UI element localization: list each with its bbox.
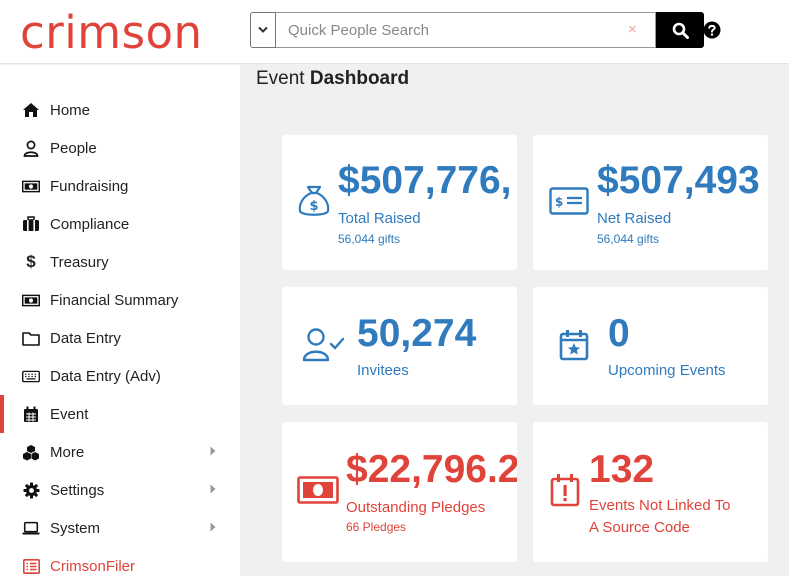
events-not-linked-value: 132 <box>589 448 655 491</box>
svg-text:$: $ <box>555 195 563 209</box>
briefcase-icon <box>22 215 40 233</box>
events-not-linked-card[interactable]: 132 Events Not Linked To A Source Code <box>533 422 768 562</box>
folder-icon <box>22 329 40 347</box>
sidebar-item-treasury[interactable]: $ Treasury <box>0 243 240 281</box>
check-icon: $ <box>549 187 589 215</box>
total-raised-sub: 56,044 gifts <box>338 232 401 246</box>
list-icon <box>22 557 40 575</box>
home-icon <box>22 101 40 119</box>
money-icon <box>22 291 40 309</box>
upcoming-events-value: 0 <box>608 312 630 355</box>
outstanding-pledges-value: $22,796.2 <box>346 448 517 491</box>
sidebar: Home People Fundraising Compliance $ Tre… <box>0 65 240 576</box>
search-type-dropdown[interactable] <box>250 12 276 48</box>
events-not-linked-label-line2: A Source Code <box>589 519 690 536</box>
sidebar-item-label: Home <box>50 101 91 119</box>
sidebar-item-label: Settings <box>50 481 105 499</box>
clear-search-icon[interactable]: × <box>628 21 637 39</box>
total-raised-label: Total Raised <box>338 210 421 227</box>
keyboard-icon <box>22 367 40 385</box>
sidebar-item-label: Treasury <box>50 253 109 271</box>
sidebar-item-more[interactable]: More <box>0 433 240 471</box>
sidebar-item-label: Fundraising <box>50 177 129 195</box>
calendar-icon <box>22 405 40 423</box>
sidebar-item-settings[interactable]: Settings <box>0 471 240 509</box>
calendar-star-icon <box>559 330 589 361</box>
sidebar-item-financial-summary[interactable]: Financial Summary <box>0 281 240 319</box>
net-raised-sub: 56,044 gifts <box>597 232 660 246</box>
invitees-card[interactable]: 50,274 Invitees <box>282 287 517 405</box>
money-icon <box>22 177 40 195</box>
chevron-right-icon <box>210 446 216 456</box>
sidebar-item-label: Financial Summary <box>50 291 179 309</box>
sidebar-item-people[interactable]: People <box>0 129 240 167</box>
quick-search: × <box>250 12 704 48</box>
sidebar-item-fundraising[interactable]: Fundraising <box>0 167 240 205</box>
sidebar-item-label: CrimsonFiler <box>50 557 136 575</box>
total-raised-card[interactable]: $ $507,776, Total Raised 56,044 gifts <box>282 135 517 270</box>
invitees-value: 50,274 <box>357 312 477 355</box>
money-bill-icon <box>297 476 339 504</box>
sidebar-item-compliance[interactable]: Compliance <box>0 205 240 243</box>
net-raised-label: Net Raised <box>597 210 672 227</box>
outstanding-pledges-sub: 66 Pledges <box>346 520 407 534</box>
sidebar-item-label: Data Entry (Adv) <box>50 367 161 385</box>
total-raised-value: $507,776, <box>338 159 512 202</box>
chevron-right-icon <box>210 484 216 494</box>
invitees-label: Invitees <box>357 362 409 379</box>
search-input[interactable] <box>276 12 656 48</box>
page-title: Event Dashboard <box>256 68 410 89</box>
dollar-icon: $ <box>26 252 36 271</box>
outstanding-pledges-label: Outstanding Pledges <box>346 499 486 516</box>
sidebar-item-data-entry-adv[interactable]: Data Entry (Adv) <box>0 357 240 395</box>
sidebar-item-label: People <box>50 139 97 157</box>
net-raised-card[interactable]: $ $507,493 Net Raised 56,044 gifts <box>533 135 768 270</box>
svg-text:$: $ <box>309 199 318 214</box>
sidebar-item-system[interactable]: System <box>0 509 240 547</box>
sidebar-item-label: Data Entry <box>50 329 121 347</box>
chevron-down-icon <box>258 26 268 33</box>
outstanding-pledges-card[interactable]: $22,796.2 Outstanding Pledges 66 Pledges <box>282 422 517 562</box>
sidebar-item-home[interactable]: Home <box>0 91 240 129</box>
sidebar-item-label: Compliance <box>50 215 130 233</box>
search-button[interactable] <box>656 12 704 48</box>
person-icon <box>22 139 40 157</box>
net-raised-value: $507,493 <box>597 159 760 202</box>
sidebar-item-label: System <box>50 519 101 537</box>
sidebar-item-label: Event <box>50 405 89 423</box>
sidebar-item-crimsonfiler[interactable]: CrimsonFiler <box>0 547 240 576</box>
calendar-exclamation-icon <box>550 474 580 507</box>
cubes-icon <box>22 443 40 461</box>
sidebar-item-event[interactable]: Event <box>0 395 240 433</box>
user-check-icon <box>302 328 345 362</box>
events-not-linked-label: Events Not Linked To <box>589 497 731 514</box>
help-icon[interactable] <box>703 21 721 39</box>
upcoming-events-label: Upcoming Events <box>608 362 726 379</box>
chevron-right-icon <box>210 522 216 532</box>
top-bar: crimson × <box>0 0 789 64</box>
money-bag-icon: $ <box>298 185 330 216</box>
search-icon <box>672 22 689 39</box>
sidebar-item-data-entry[interactable]: Data Entry <box>0 319 240 357</box>
laptop-icon <box>22 519 40 537</box>
upcoming-events-card[interactable]: 0 Upcoming Events <box>533 287 768 405</box>
gear-icon <box>22 481 40 499</box>
crimson-logo[interactable]: crimson <box>20 6 203 60</box>
sidebar-item-label: More <box>50 443 85 461</box>
